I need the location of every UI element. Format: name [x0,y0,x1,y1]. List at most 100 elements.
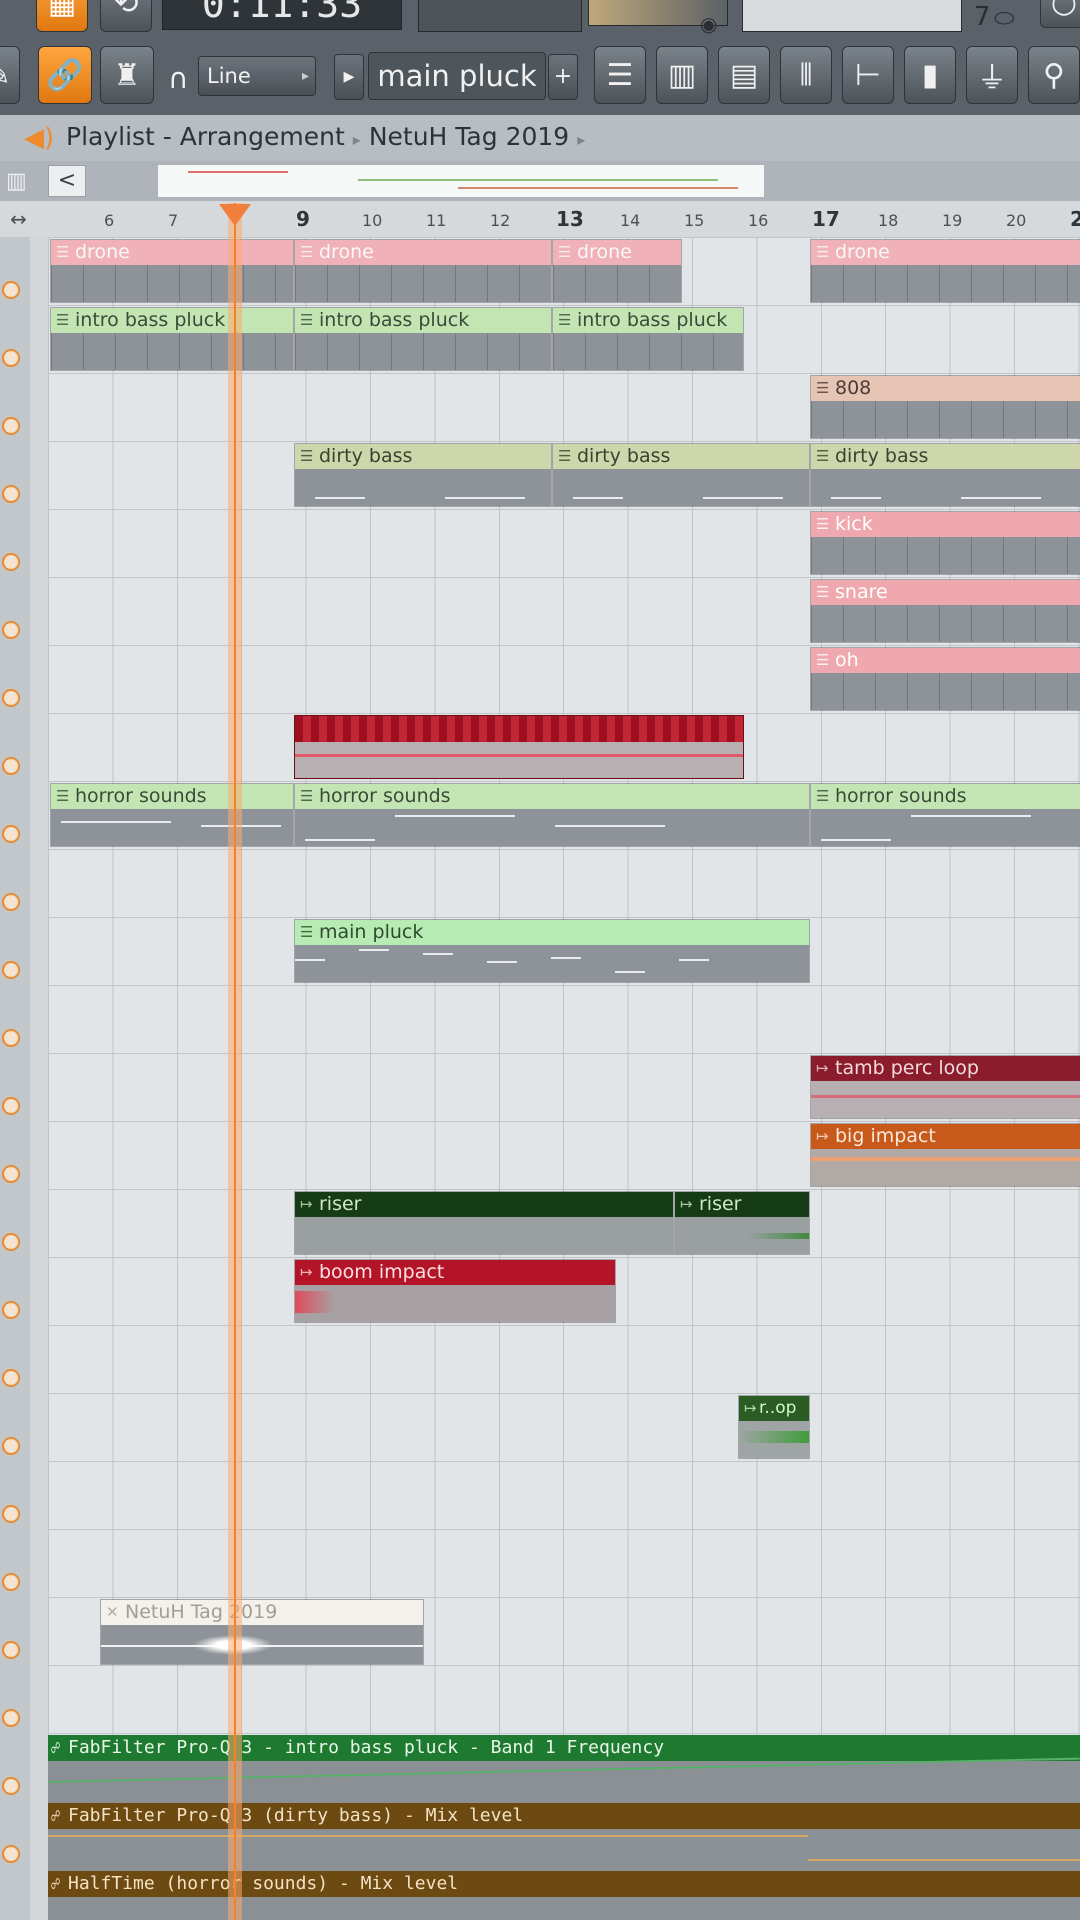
track-mute-led[interactable] [2,757,20,775]
track-mute-led[interactable] [2,825,20,843]
scroll-left-button[interactable]: < [48,165,86,197]
audio-clip-icon: ↦ [300,1263,313,1281]
pattern-clip[interactable]: ☰ intro bass pluck [552,307,744,371]
pattern-clip[interactable]: ☰ oh [810,647,1080,711]
track-mute-led[interactable] [2,1029,20,1047]
speaker-icon[interactable]: ◀) [24,123,54,153]
clip-body [553,265,681,302]
plugin-picker-button[interactable]: ⏚ [966,46,1018,104]
track-mute-led[interactable] [2,1301,20,1319]
pattern-clip[interactable]: ☰ drone [50,239,294,303]
link-tool-button[interactable]: 🔗 [38,46,92,104]
note-bar [615,971,645,973]
playhead-marker[interactable] [219,204,251,226]
piano-keys-icon[interactable]: ▥ [6,169,32,194]
clip-header: ↦ r..op [739,1396,809,1421]
pattern-clip[interactable]: ☰ dirty bass [552,443,810,507]
pattern-clip[interactable]: ☰ horror sounds [50,783,294,847]
pattern-clip[interactable]: ☰ drone [294,239,552,303]
track-mute-led[interactable] [2,961,20,979]
pattern-clip[interactable]: ☰ intro bass pluck [294,307,552,371]
track-mute-led[interactable] [2,1233,20,1251]
clip-header [295,716,743,742]
pattern-select[interactable]: main pluck [368,52,546,100]
clip-header: ☰ horror sounds [811,784,1080,809]
project-name[interactable]: NetuH Tag 2019 [369,122,569,151]
audio-clip[interactable]: ↦ riser [674,1191,810,1255]
track-mute-led[interactable] [2,281,20,299]
piano-roll-button[interactable]: ▥ [656,46,708,104]
playlist-button[interactable]: ☰ [594,46,646,104]
audio-clip[interactable]: ↦ tamb perc loop [810,1055,1080,1119]
pattern-clip[interactable]: ☰ main pluck [294,919,810,983]
pattern-clip-icon: ☰ [816,243,830,261]
record-button[interactable]: ⚲ [1028,46,1080,104]
audio-clip[interactable]: ↦ riser [294,1191,674,1255]
clip-label: main pluck [319,921,424,943]
pattern-clip[interactable]: ☰ dirty bass [294,443,552,507]
audio-clip[interactable] [294,715,744,779]
track-mute-led[interactable] [2,553,20,571]
clip-header: ✕ NetuH Tag 2019 [101,1600,423,1625]
chevron-right-icon[interactable]: ▸ [577,130,585,149]
circle-button[interactable]: ○ [1040,0,1080,28]
piano-roll-icon: ▥ [667,57,697,93]
track-mute-led[interactable] [2,1641,20,1659]
automation-header: ☍ FabFilter Pro-Q 3 (dirty bass) - Mix le… [48,1803,1080,1829]
pattern-clip[interactable]: ☰ drone [810,239,1080,303]
track-mute-led[interactable] [2,1845,20,1863]
loop-button[interactable]: ⟲ [100,0,152,32]
track-mute-led[interactable] [2,1437,20,1455]
project-info-button[interactable]: ▮ [904,46,956,104]
clip-body [811,673,1080,710]
channel-rack-button[interactable]: ▤ [718,46,770,104]
clip-header: ↦ big impact [811,1124,1080,1149]
pattern-clip[interactable]: ☰ intro bass pluck [50,307,294,371]
pattern-clip[interactable]: ☰ kick [810,511,1080,575]
pattern-clip[interactable]: ☰ snare [810,579,1080,643]
track-mute-led[interactable] [2,1369,20,1387]
arrangement-overview[interactable]: ▥ < [0,161,1080,201]
automation-label: HalfTime (horror sounds) - Mix level [68,1873,459,1894]
timeline-ruler[interactable]: ↔ 6 7 9 10 11 12 13 14 15 16 17 18 19 20… [0,201,1080,238]
automation-clip[interactable]: ☍ FabFilter Pro-Q 3 - intro bass pluck - … [47,1735,1080,1803]
automation-clip[interactable]: ☍ HalfTime (horror sounds) - Mix level [48,1871,1080,1920]
playhead-line[interactable] [234,203,236,1920]
brush-tool-button[interactable]: ✎ [0,46,20,104]
overview-viewport[interactable] [158,165,764,197]
document-icon: ▮ [921,57,939,93]
pattern-clip[interactable]: ☰ horror sounds [294,783,810,847]
track-mute-led[interactable] [2,621,20,639]
mixer-button[interactable]: ⫴ [780,46,832,104]
browser-button[interactable]: ⊢ [842,46,894,104]
pattern-clip[interactable]: ☰ dirty bass [810,443,1080,507]
track-mute-led[interactable] [2,417,20,435]
note-bar [555,825,665,827]
audio-clip[interactable]: ↦ big impact [810,1123,1080,1187]
track-mute-led[interactable] [2,485,20,503]
prev-pattern-button[interactable]: ▸ [334,54,364,100]
record-pattern-button[interactable]: ▦ [36,0,88,32]
snap-select[interactable]: Line ▸ [198,56,316,96]
automation-body [48,1829,1080,1871]
resize-arrows-icon[interactable]: ↔ [10,207,27,231]
audio-clip[interactable]: ↦ boom impact [294,1259,616,1323]
pattern-clip[interactable]: ☰ horror sounds [810,783,1080,847]
pattern-clip[interactable]: ☰ 808 [810,375,1080,439]
audio-clip[interactable]: ↦ r..op [738,1395,810,1459]
pattern-clip[interactable]: ☰ drone [552,239,682,303]
track-mute-led[interactable] [2,893,20,911]
audio-clip[interactable]: ✕ NetuH Tag 2019 [100,1599,424,1665]
track-mute-led[interactable] [2,1165,20,1183]
track-mute-led[interactable] [2,1709,20,1727]
track-mute-led[interactable] [2,349,20,367]
add-pattern-button[interactable]: + [548,54,578,100]
stamp-tool-button[interactable]: ♜ [100,46,154,104]
track-mute-led[interactable] [2,1777,20,1795]
track-mute-led[interactable] [2,1573,20,1591]
track-mute-led[interactable] [2,1097,20,1115]
eye-icon[interactable]: ◉ [700,12,717,36]
automation-clip[interactable]: ☍ FabFilter Pro-Q 3 (dirty bass) - Mix le… [48,1803,1080,1871]
track-mute-led[interactable] [2,1505,20,1523]
track-mute-led[interactable] [2,689,20,707]
